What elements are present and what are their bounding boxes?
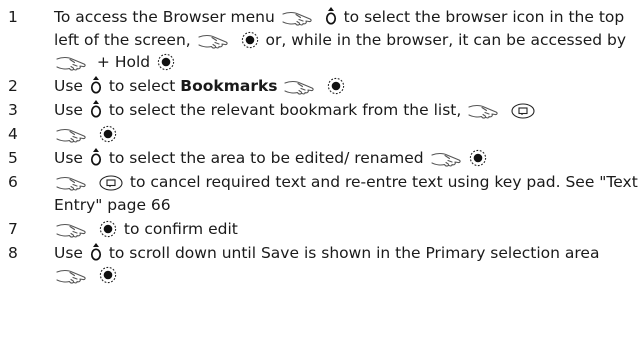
select-key-icon [469,149,487,167]
press-hand-icon [198,33,232,49]
step-text-run [320,77,325,95]
step-text-run [92,125,97,143]
step-text-run: Use [54,149,88,167]
step-text: Use to select the area to be edited/ ren… [54,147,640,170]
press-hand-icon [56,175,90,191]
step-text-run: to select the area to be edited/ renamed [103,149,429,167]
step-text-run: To access the Browser menu [54,8,280,26]
softkey-icon [511,103,535,119]
step-item: 4 [8,123,640,146]
step-text-run: or, while in the browser, it can be acce… [260,30,627,49]
select-key-icon [327,77,345,95]
press-hand-icon [56,268,90,284]
step-number: 5 [8,149,18,167]
instruction-steps: 1 To access the Browser menu to select th… [8,6,640,288]
press-hand-icon [56,55,90,71]
press-hand-icon [430,151,465,167]
select-key-icon [157,53,175,71]
select-key-icon [99,125,117,143]
step-text-run: Use [54,77,88,95]
step-text-run [504,101,509,119]
step-text-run [92,220,97,238]
step-text: To access the Browser menu to select the… [54,6,640,74]
select-key-icon [99,266,117,284]
step-text-run: + Hold [92,53,156,71]
navigation-key-icon [90,99,102,119]
step-text-run [92,173,97,191]
step-text: Use to select Bookmarks [54,75,640,98]
step-text-run: to scroll down until Save is shown in th… [103,243,600,262]
step-item: 5 Use to select the area to be edited/ re… [8,147,640,170]
step-number: 3 [8,101,18,119]
step-item: 1 To access the Browser menu to select th… [8,6,640,74]
step-text-run [278,77,283,95]
step-item: 8 Use to scroll down until Save is shown … [8,242,640,287]
step-text-run: to confirm edit [118,219,238,238]
step-item: 3 Use to select the relevant bookmark fro… [8,99,640,122]
press-hand-icon [56,127,90,143]
navigation-key-icon [325,6,337,26]
step-number: 4 [8,125,18,143]
step-text: to cancel required text and re-entre tex… [54,171,640,216]
step-text-run: to cancel required text and re-entre tex… [54,173,638,214]
step-text-run: Use [54,243,88,262]
step-text: Use to scroll down until Save is shown i… [54,242,640,287]
step-text-run [92,266,97,284]
press-hand-icon [284,79,318,95]
step-number: 2 [8,77,18,95]
step-text-run [318,8,323,26]
step-text-run [234,31,239,49]
press-hand-icon [56,222,90,238]
step-item: 2 Use to select Bookmarks [8,75,640,98]
step-text [54,123,640,146]
step-text-run: to select [103,77,181,95]
step-text: to confirm edit [54,218,640,241]
navigation-key-icon [90,147,102,167]
step-item: 7 to confirm edit [8,218,640,241]
step-number: 6 [8,173,18,191]
softkey-icon [99,175,123,191]
select-key-icon [241,31,259,49]
press-hand-icon [282,10,316,26]
step-number: 8 [8,243,18,262]
step-text: Use to select the relevant bookmark from… [54,99,640,122]
navigation-key-icon [90,242,102,262]
select-key-icon [99,220,117,238]
navigation-key-icon [90,75,102,95]
step-number: 7 [8,219,18,238]
step-text-run: Use [54,101,88,119]
press-hand-icon [468,103,502,119]
step-text-run: to select the relevant bookmark from the… [103,101,467,119]
step-emphasis: Bookmarks [180,77,278,95]
step-item: 6 to cancel required text and re-entre t… [8,171,640,216]
step-number: 1 [8,8,18,26]
